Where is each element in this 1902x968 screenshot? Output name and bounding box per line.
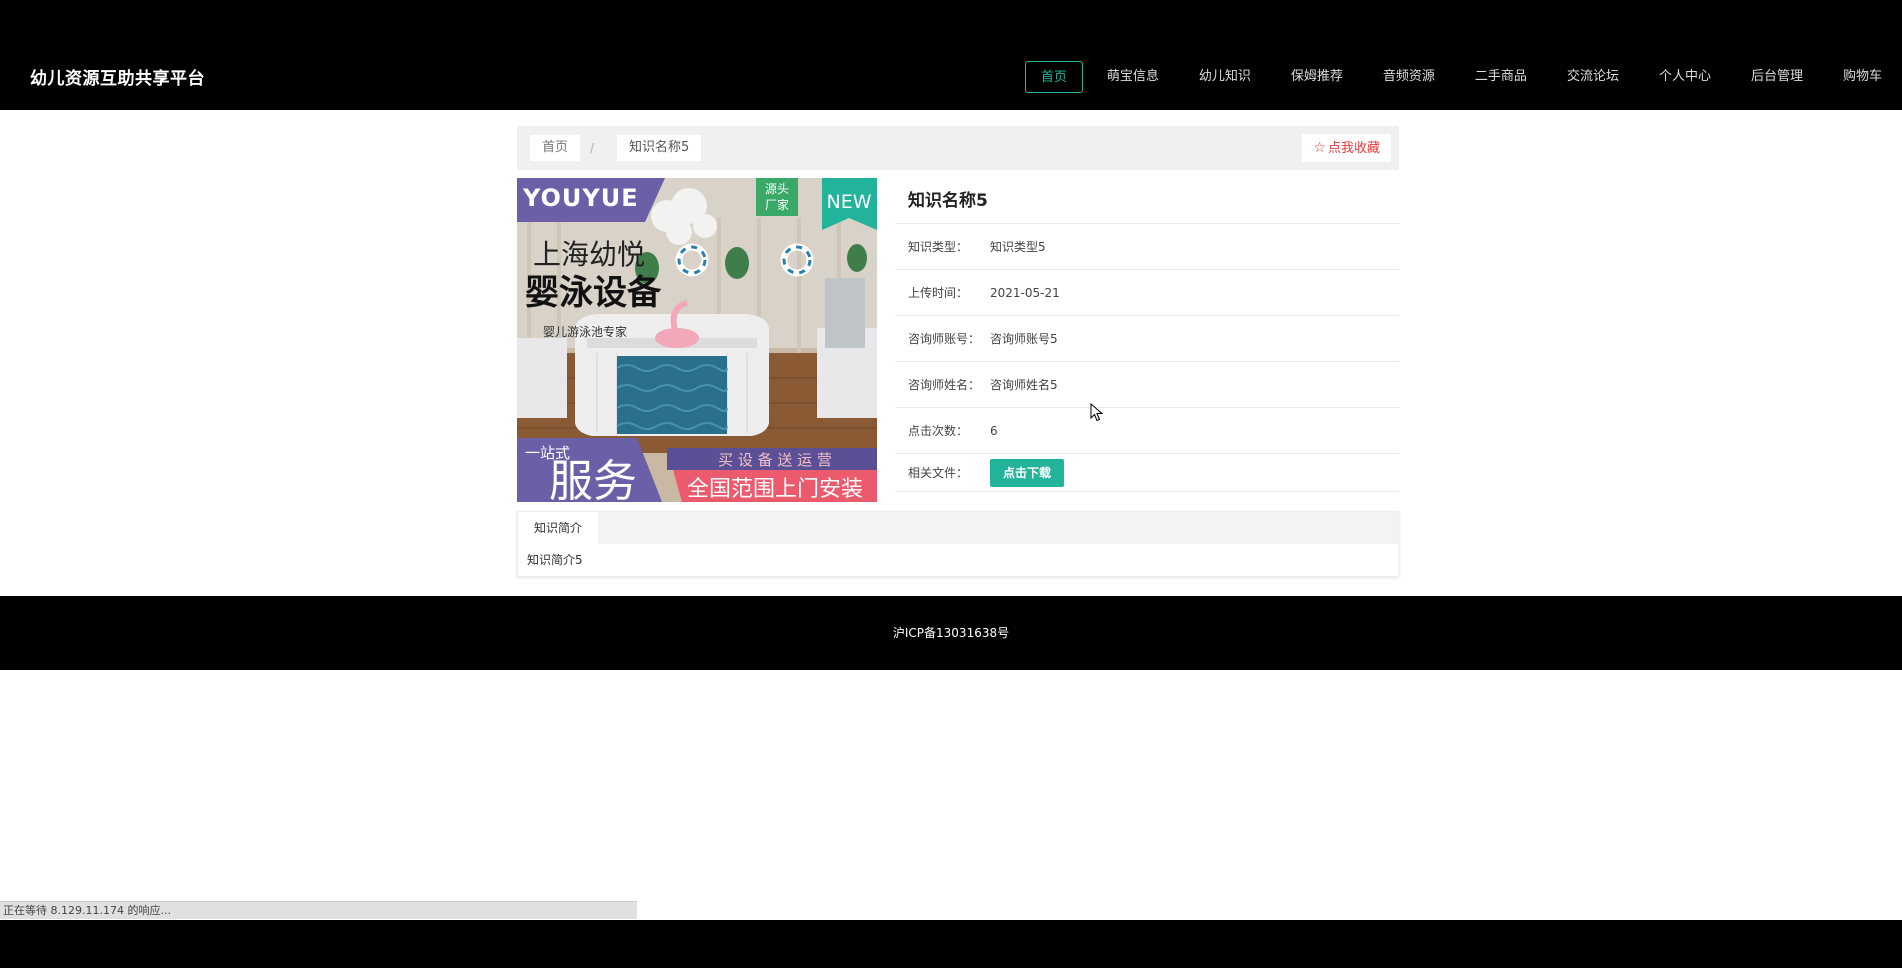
detail-value: 2021-05-21 [990,285,1060,300]
detail-label: 相关文件： [908,466,969,480]
product-image-graphic: YOUYUE 源头 厂家 NEW 上海幼悦 婴泳设备 婴儿游泳池专家 一站式 服… [517,178,877,502]
detail-section: YOUYUE 源头 厂家 NEW 上海幼悦 婴泳设备 婴儿游泳池专家 一站式 服… [517,178,1399,502]
breadcrumb-separator: / [590,141,595,155]
poster-brand-text: YOUYUE [522,184,639,212]
detail-row-consultant-account: 咨询师账号： 咨询师账号5 [895,316,1399,362]
tabs-header: 知识简介 [518,512,1398,544]
page: 幼儿资源互助共享平台 首页 萌宝信息 幼儿知识 保姆推荐 音频资源 二手商品 交… [0,0,1902,920]
detail-info: 知识名称5 知识类型： 知识类型5 上传时间： 2021-05-21 咨询师账号… [895,178,1399,492]
tab-intro[interactable]: 知识简介 [518,512,599,544]
intro-tabs: 知识简介 知识简介5 [517,511,1399,577]
detail-label: 咨询师姓名： [908,378,981,392]
detail-row-type: 知识类型： 知识类型5 [895,224,1399,270]
detail-row-clicks: 点击次数： 6 [895,408,1399,454]
poster-line2: 婴泳设备 [525,273,662,313]
nav-item-forum[interactable]: 交流论坛 [1547,61,1639,93]
breadcrumb-current: 知识名称5 [617,135,702,161]
breadcrumb: 首页 / 知识名称5 ☆ 点我收藏 [517,126,1399,170]
poster-promo-top: 买 设 备 送 运 营 [718,451,832,469]
detail-value: 咨询师账号5 [990,332,1058,346]
main-nav: 首页 萌宝信息 幼儿知识 保姆推荐 音频资源 二手商品 交流论坛 个人中心 后台… [1023,61,1902,93]
mouse-cursor-icon [1090,403,1104,422]
poster-badge-top: 源头 [765,182,789,196]
footer: 沪ICP备13031638号 [0,596,1902,670]
poster-badge-bottom: 厂家 [765,197,789,212]
nav-item-secondhand[interactable]: 二手商品 [1455,61,1547,93]
nav-item-home[interactable]: 首页 [1024,61,1083,93]
poster-service-big: 服务 [549,456,637,502]
product-image: YOUYUE 源头 厂家 NEW 上海幼悦 婴泳设备 婴儿游泳池专家 一站式 服… [517,178,877,502]
main-content: 首页 / 知识名称5 ☆ 点我收藏 YOUYUE 源头 厂家 NEW 上海幼悦 … [517,126,1399,577]
nav-item-admin[interactable]: 后台管理 [1731,61,1823,93]
detail-value: 咨询师姓名5 [990,378,1058,392]
star-icon: ☆ [1313,140,1326,156]
nav-item-cart[interactable]: 购物车 [1823,61,1902,93]
nav-item-profile[interactable]: 个人中心 [1639,61,1731,93]
poster-line1: 上海幼悦 [533,238,645,271]
site-brand[interactable]: 幼儿资源互助共享平台 [30,64,205,89]
detail-row-upload-time: 上传时间： 2021-05-21 [895,270,1399,316]
favorite-label: 点我收藏 [1327,141,1380,156]
detail-row-consultant-name: 咨询师姓名： 咨询师姓名5 [895,362,1399,408]
tab-content: 知识简介5 [518,544,1398,576]
detail-row-file: 相关文件： 点击下载 [895,454,1399,492]
breadcrumb-home[interactable]: 首页 [530,135,581,161]
favorite-button[interactable]: ☆ 点我收藏 [1302,134,1391,162]
poster-new-tag: NEW [826,191,871,213]
icp-text: 沪ICP备13031638号 [892,626,1010,640]
nav-item-child-knowledge[interactable]: 幼儿知识 [1179,61,1271,93]
poster-promo-bottom: 全国范围上门安装 [687,477,863,502]
poster-line3: 婴儿游泳池专家 [543,324,627,339]
nav-item-audio[interactable]: 音频资源 [1363,61,1455,93]
detail-title: 知识名称5 [895,178,1399,224]
detail-label: 知识类型： [908,240,969,254]
top-navbar: 幼儿资源互助共享平台 首页 萌宝信息 幼儿知识 保姆推荐 音频资源 二手商品 交… [0,0,1902,110]
detail-value: 知识类型5 [990,240,1046,254]
detail-value: 6 [990,423,998,438]
detail-label: 点击次数： [908,424,969,438]
nav-item-baby-info[interactable]: 萌宝信息 [1087,61,1179,93]
browser-status-bar: 正在等待 8.129.11.174 的响应... [0,901,637,919]
nav-item-nanny[interactable]: 保姆推荐 [1271,61,1363,93]
detail-label: 上传时间： [908,286,969,300]
download-button[interactable]: 点击下载 [990,458,1065,487]
detail-label: 咨询师账号： [908,332,981,346]
